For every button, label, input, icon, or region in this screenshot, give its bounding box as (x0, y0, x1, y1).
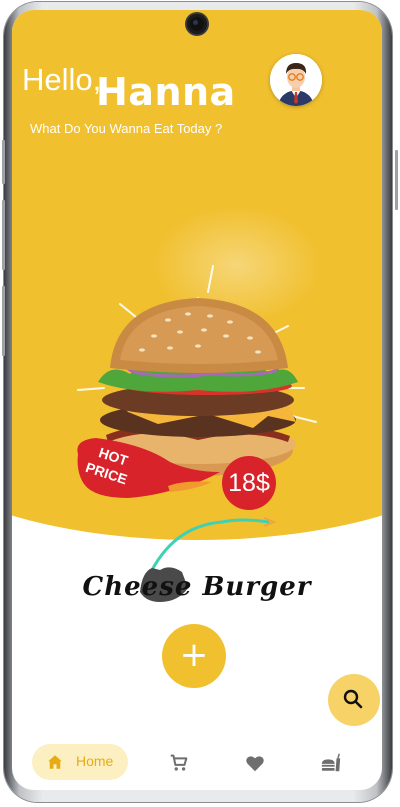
home-icon (48, 755, 62, 769)
greeting-hello: Hello, (22, 62, 102, 97)
user-avatar[interactable] (270, 54, 322, 106)
fastfood-icon[interactable] (320, 752, 342, 774)
hot-price-tag: HOT PRICE (77, 438, 220, 498)
nav-item-home[interactable]: Home (32, 744, 128, 780)
nav-item-home-label: Home (76, 753, 114, 769)
phone-side-button (2, 140, 5, 184)
app-screen: Hello, Hanna What Do You Wanna Eat Today… (12, 10, 382, 790)
add-to-cart-button[interactable]: + (162, 624, 226, 688)
phone-side-button (2, 286, 5, 356)
phone-side-button (2, 200, 5, 270)
cart-icon[interactable] (168, 752, 190, 774)
search-button[interactable] (328, 674, 380, 726)
avatar-illustration (270, 54, 322, 106)
heart-icon[interactable] (244, 752, 266, 774)
price-badge: 18$ (222, 456, 276, 510)
front-camera (187, 14, 207, 34)
greeting-subtitle: What Do You Wanna Eat Today ? (30, 121, 223, 136)
product-name: Cheese Burger (82, 572, 312, 602)
search-icon (343, 689, 363, 709)
bottom-navigation: Home (12, 732, 382, 790)
greeting-name: Hanna (96, 70, 236, 114)
phone-side-button (395, 150, 398, 210)
